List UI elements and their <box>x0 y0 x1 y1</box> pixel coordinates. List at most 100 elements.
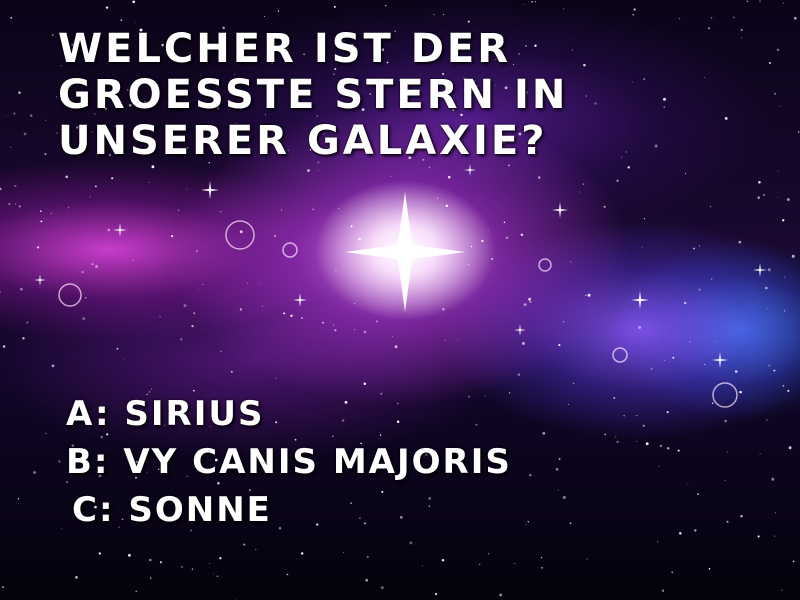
star <box>36 246 40 249</box>
star <box>603 205 606 208</box>
star <box>704 76 706 79</box>
bubble-ring <box>712 382 738 408</box>
star <box>520 233 524 237</box>
star <box>338 208 340 210</box>
question-line-2: groesste Stern in <box>58 72 569 118</box>
star <box>537 176 541 179</box>
star <box>759 0 761 2</box>
star <box>219 557 222 560</box>
star <box>782 384 785 387</box>
star <box>358 237 361 241</box>
star <box>467 20 470 23</box>
star <box>123 358 125 360</box>
star <box>391 335 393 338</box>
star <box>10 17 13 19</box>
star <box>794 17 797 20</box>
star <box>569 261 572 263</box>
star <box>779 106 781 108</box>
star <box>322 321 324 324</box>
sparkle <box>293 293 307 307</box>
star <box>586 558 588 560</box>
star <box>120 19 123 22</box>
star <box>23 132 27 136</box>
star <box>724 480 726 481</box>
star <box>8 202 11 206</box>
star <box>663 106 665 108</box>
star <box>777 170 779 172</box>
star <box>797 131 800 133</box>
star <box>84 297 87 299</box>
star <box>491 257 494 260</box>
answer-a: A: Sirius <box>66 394 265 434</box>
star <box>20 287 23 291</box>
sparkle <box>34 274 46 286</box>
star <box>663 97 666 101</box>
star <box>10 146 12 148</box>
star <box>481 239 484 243</box>
star <box>14 184 17 187</box>
star <box>45 432 47 434</box>
star <box>354 329 355 331</box>
star <box>558 344 561 347</box>
star <box>784 276 786 278</box>
bubble-ring <box>58 283 82 307</box>
star <box>441 558 445 562</box>
star <box>758 180 761 184</box>
star <box>726 451 728 453</box>
star <box>776 48 780 52</box>
star <box>186 188 188 190</box>
sparkle <box>464 164 476 176</box>
star <box>528 297 531 301</box>
star <box>529 300 532 303</box>
star <box>300 317 304 320</box>
star <box>149 558 152 562</box>
star <box>5 115 7 117</box>
star <box>148 181 150 183</box>
star <box>740 28 743 32</box>
star <box>792 560 795 563</box>
star <box>22 337 25 340</box>
star <box>757 535 760 538</box>
star <box>350 225 353 228</box>
star <box>650 367 653 370</box>
star <box>517 373 521 376</box>
star <box>15 203 17 205</box>
star <box>447 175 451 179</box>
star <box>51 364 55 368</box>
star <box>437 197 439 199</box>
star <box>239 308 243 311</box>
star <box>627 166 630 169</box>
star <box>572 382 575 385</box>
star <box>470 245 473 248</box>
star <box>428 166 431 169</box>
star <box>191 568 194 570</box>
quiz-slide: Welcher ist der groesste Stern in unsere… <box>0 0 800 600</box>
star <box>724 419 727 423</box>
answer-list: A: Sirius B: VY Canis Majoris C: Sonne <box>66 390 686 534</box>
star <box>766 419 768 421</box>
star <box>95 185 97 188</box>
star <box>435 592 438 596</box>
star <box>212 573 214 575</box>
star <box>333 5 336 8</box>
star <box>273 235 276 238</box>
star <box>235 598 237 600</box>
star <box>75 576 78 579</box>
star <box>738 240 742 244</box>
star <box>81 270 84 274</box>
star <box>29 114 33 117</box>
star <box>65 175 68 179</box>
sparkle <box>201 181 219 199</box>
star <box>132 0 136 4</box>
sparkle <box>631 291 649 309</box>
star <box>374 263 377 266</box>
star <box>694 529 697 532</box>
star <box>672 356 675 359</box>
star <box>733 16 735 19</box>
star <box>710 278 713 280</box>
star <box>409 541 413 545</box>
star <box>363 330 367 334</box>
star <box>151 165 155 169</box>
sparkle <box>753 263 767 277</box>
star <box>685 173 687 175</box>
